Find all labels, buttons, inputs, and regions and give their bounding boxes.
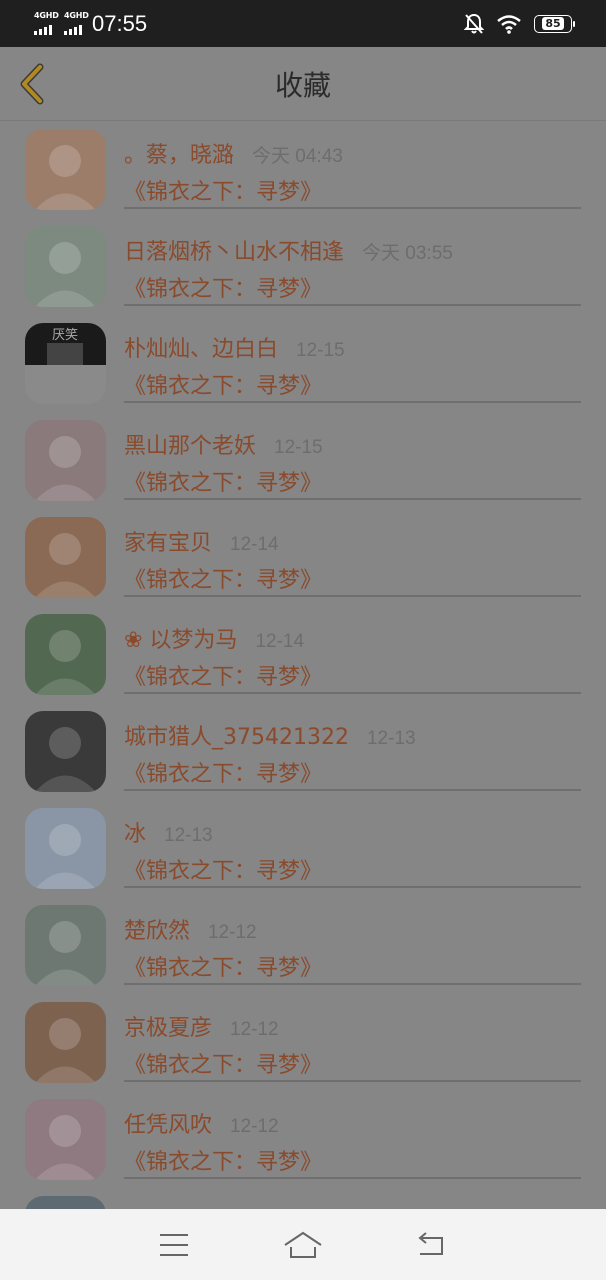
battery-icon: 85 xyxy=(534,14,575,33)
favorite-info: 黑山那个老妖 12-15 《锦衣之下：寻梦》 xyxy=(124,412,581,500)
favorite-info: 城市猎人_375421322 12-13 《锦衣之下：寻梦》 xyxy=(124,703,581,791)
avatar[interactable] xyxy=(25,1099,106,1180)
user-name[interactable]: 任凭风吹 xyxy=(124,1107,212,1139)
bell-muted-icon xyxy=(464,13,484,34)
user-name[interactable]: 京极夏彦 xyxy=(124,1010,212,1042)
svg-text:厌笑: 厌笑 xyxy=(52,327,78,343)
timestamp: 12-15 xyxy=(296,340,345,361)
book-title[interactable]: 《锦衣之下：寻梦》 xyxy=(124,756,322,788)
timestamp: 12-14 xyxy=(230,534,279,555)
book-title[interactable]: 《锦衣之下：寻梦》 xyxy=(124,174,322,206)
timestamp: 今天 03:55 xyxy=(362,243,453,264)
timestamp: 12-12 xyxy=(230,1116,279,1137)
page-title: 收藏 xyxy=(274,68,331,102)
avatar[interactable] xyxy=(25,420,106,501)
avatar[interactable] xyxy=(25,129,106,210)
user-name[interactable]: 黑山那个老妖 xyxy=(124,428,256,460)
book-title[interactable]: 《锦衣之下：寻梦》 xyxy=(124,950,322,982)
favorite-info: 冰 12-13 《锦衣之下：寻梦》 xyxy=(124,800,581,888)
name-line: 任凭风吹 12-12 xyxy=(124,1107,279,1139)
avatar[interactable]: 厌笑 xyxy=(25,323,106,404)
avatar[interactable] xyxy=(25,517,106,598)
favorite-info: ❀ 以梦为马 12-14 《锦衣之下：寻梦》 xyxy=(124,606,581,694)
favorite-item[interactable]: 京极夏彦 12-12 《锦衣之下：寻梦》 xyxy=(0,994,606,1091)
favorites-list: 。蔡，晓潞 今天 04:43 《锦衣之下：寻梦》 日落烟桥丶山水不相逢 今天 03:55… xyxy=(0,121,606,1280)
avatar[interactable] xyxy=(25,614,106,695)
clock: 07:55 xyxy=(92,10,148,36)
system-back-button[interactable] xyxy=(412,1225,452,1265)
user-name[interactable]: 。蔡，晓潞 xyxy=(124,137,234,169)
favorite-info: 家有宝贝 12-14 《锦衣之下：寻梦》 xyxy=(124,509,581,597)
network-type-2: 4GHD xyxy=(64,10,89,20)
avatar[interactable] xyxy=(25,226,106,307)
favorite-info: 。蔡，晓潞 今天 04:43 《锦衣之下：寻梦》 xyxy=(124,121,581,209)
wifi-icon xyxy=(497,14,521,34)
book-title[interactable]: 《锦衣之下：寻梦》 xyxy=(124,368,322,400)
book-title[interactable]: 《锦衣之下：寻梦》 xyxy=(124,1144,322,1176)
favorite-item[interactable]: ❀ 以梦为马 12-14 《锦衣之下：寻梦》 xyxy=(0,606,606,703)
user-name[interactable]: 冰 xyxy=(124,816,146,848)
avatar[interactable] xyxy=(25,905,106,986)
favorite-info: 京极夏彦 12-12 《锦衣之下：寻梦》 xyxy=(124,994,581,1082)
header: 收藏 xyxy=(0,47,606,121)
favorite-info: 朴灿灿、边白白 12-15 《锦衣之下：寻梦》 xyxy=(124,315,581,403)
user-name[interactable]: 朴灿灿、边白白 xyxy=(124,331,278,363)
book-title[interactable]: 《锦衣之下：寻梦》 xyxy=(124,465,322,497)
avatar[interactable] xyxy=(25,711,106,792)
favorite-item[interactable]: 任凭风吹 12-12 《锦衣之下：寻梦》 xyxy=(0,1091,606,1188)
battery-level: 85 xyxy=(542,17,564,30)
user-name[interactable]: 楚欣然 xyxy=(124,913,190,945)
favorite-item[interactable]: 冰 12-13 《锦衣之下：寻梦》 xyxy=(0,800,606,897)
timestamp: 12-14 xyxy=(255,631,305,652)
timestamp: 12-15 xyxy=(274,437,323,458)
book-title[interactable]: 《锦衣之下：寻梦》 xyxy=(124,853,322,885)
name-line: ❀ 以梦为马 12-14 xyxy=(124,622,304,654)
name-line: 黑山那个老妖 12-15 xyxy=(124,428,323,460)
book-title[interactable]: 《锦衣之下：寻梦》 xyxy=(124,659,322,691)
signal-1-icon: 4GHD xyxy=(34,11,59,35)
timestamp: 12-12 xyxy=(230,1019,279,1040)
home-icon xyxy=(284,1231,322,1258)
name-line: 朴灿灿、边白白 12-15 xyxy=(124,331,345,363)
favorite-item[interactable]: 厌笑 朴灿灿、边白白 12-15 《锦衣之下：寻梦》 xyxy=(0,315,606,412)
favorite-item[interactable]: 日落烟桥丶山水不相逢 今天 03:55 《锦衣之下：寻梦》 xyxy=(0,218,606,315)
name-line: 日落烟桥丶山水不相逢 今天 03:55 xyxy=(124,234,453,266)
book-title[interactable]: 《锦衣之下：寻梦》 xyxy=(124,1047,322,1079)
network-type-1: 4GHD xyxy=(34,10,59,20)
user-name[interactable]: 日落烟桥丶山水不相逢 xyxy=(124,234,344,266)
favorite-info: 日落烟桥丶山水不相逢 今天 03:55 《锦衣之下：寻梦》 xyxy=(124,218,581,306)
user-name[interactable]: 城市猎人_375421322 xyxy=(124,719,349,751)
name-line: 京极夏彦 12-12 xyxy=(124,1010,279,1042)
name-line: 冰 12-13 xyxy=(124,816,213,848)
home-button[interactable] xyxy=(283,1225,323,1265)
favorite-item[interactable]: 城市猎人_375421322 12-13 《锦衣之下：寻梦》 xyxy=(0,703,606,800)
avatar[interactable] xyxy=(25,808,106,889)
menu-button[interactable] xyxy=(154,1225,194,1265)
favorite-item[interactable]: 。蔡，晓潞 今天 04:43 《锦衣之下：寻梦》 xyxy=(0,121,606,218)
favorite-info: 楚欣然 12-12 《锦衣之下：寻梦》 xyxy=(124,897,581,985)
timestamp: 12-13 xyxy=(164,825,213,846)
favorite-item[interactable]: 黑山那个老妖 12-15 《锦衣之下：寻梦》 xyxy=(0,412,606,509)
favorite-item[interactable]: 楚欣然 12-12 《锦衣之下：寻梦》 xyxy=(0,897,606,994)
navigation-bar xyxy=(0,1209,606,1280)
signal-2-icon: 4GHD xyxy=(64,11,89,35)
timestamp: 12-13 xyxy=(366,728,416,749)
menu-icon xyxy=(160,1233,189,1256)
user-name[interactable]: 家有宝贝 xyxy=(124,525,212,557)
favorite-info: 任凭风吹 12-12 《锦衣之下：寻梦》 xyxy=(124,1091,581,1179)
name-line: 家有宝贝 12-14 xyxy=(124,525,279,557)
book-title[interactable]: 《锦衣之下：寻梦》 xyxy=(124,271,322,303)
timestamp: 今天 04:43 xyxy=(252,146,343,167)
book-title[interactable]: 《锦衣之下：寻梦》 xyxy=(124,562,322,594)
avatar[interactable] xyxy=(25,1002,106,1083)
name-line: 楚欣然 12-12 xyxy=(124,913,257,945)
back-icon xyxy=(418,1231,443,1255)
timestamp: 12-12 xyxy=(208,922,257,943)
name-line: 城市猎人_375421322 12-13 xyxy=(124,719,416,751)
status-bar: 4GHD 4GHD 07:55 85 xyxy=(0,0,606,47)
user-name[interactable]: ❀ 以梦为马 xyxy=(124,622,237,654)
favorite-item[interactable]: 家有宝贝 12-14 《锦衣之下：寻梦》 xyxy=(0,509,606,606)
name-line: 。蔡，晓潞 今天 04:43 xyxy=(124,137,343,169)
back-arrow-icon[interactable] xyxy=(14,63,54,105)
